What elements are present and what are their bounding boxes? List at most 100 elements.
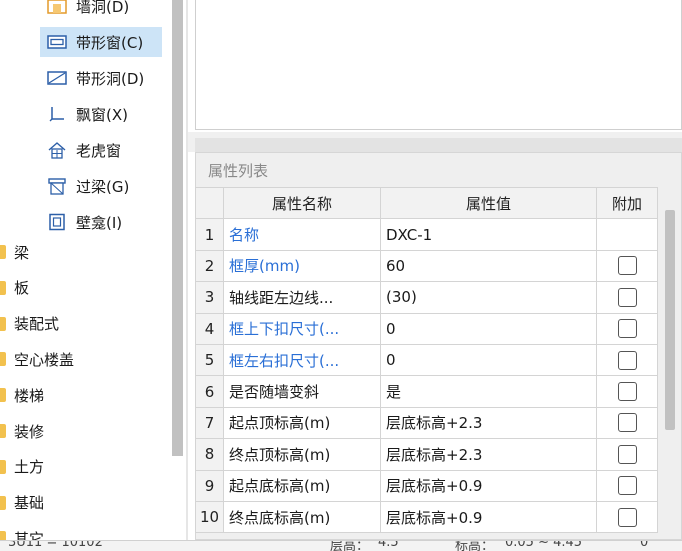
tree-category-2[interactable]: 装配式 [0,309,59,339]
row-index: 8 [195,438,224,471]
property-name: 起点顶标高(m) [223,406,381,440]
status-bar: 3U11 = 10102 层高： 4.5 标高： 0.05 ~ 4.45 0 [0,540,682,551]
property-row[interactable]: 7 起点顶标高(m) 层底标高+2.3 [195,406,658,440]
property-name: 起点底标高(m) [223,469,381,502]
property-row[interactable]: 3 轴线距左边线... (30) [195,281,658,314]
row-index: 10 [195,500,224,534]
property-name: 框厚(mm) [223,249,381,283]
property-row[interactable]: 4 框上下扣尺寸(... 0 [195,312,658,345]
extra-cell [596,469,658,502]
property-value[interactable]: 0 [380,312,597,345]
dormer-window-icon [46,140,68,160]
tree-item-label: 墙洞(D) [76,0,130,16]
property-value[interactable]: (30) [380,281,597,314]
extra-checkbox[interactable] [617,256,637,276]
row-index: 6 [195,375,224,408]
status-floor-height-value: 4.5 [378,540,399,550]
extra-checkbox[interactable] [617,444,637,464]
extra-cell [596,343,658,377]
column-header-extra[interactable]: 附加 [596,186,658,220]
tree-item-label: 壁龛(I) [76,213,123,232]
property-value[interactable]: 层底标高+2.3 [380,406,597,440]
splitter-bar[interactable] [195,138,682,152]
property-row[interactable]: 10 终点底标高(m) 层底标高+0.9 [195,500,658,534]
tree-category-3[interactable]: 空心楼盖 [0,344,74,374]
property-row[interactable]: 6 是否随墙变斜是 [195,375,658,408]
property-name: 名称 [223,218,381,251]
status-elevation-label: 标高： [455,540,495,551]
property-value[interactable]: DXC-1 [380,218,597,251]
extra-cell [596,406,658,440]
bay-window-icon [46,104,68,124]
property-value[interactable]: 层底标高+0.9 [380,500,597,534]
extra-checkbox[interactable] [617,287,637,307]
property-row[interactable]: 8 终点顶标高(m) 层底标高+2.3 [195,438,658,471]
property-row[interactable]: 1 名称 DXC-1 [195,218,658,251]
tree-item-5[interactable]: 过梁(G) [40,171,162,201]
property-grid-header: 属性名称 属性值 附加 [195,186,658,220]
extra-checkbox[interactable] [617,350,637,370]
property-name: 框上下扣尺寸(... [223,312,381,345]
tree-item-2[interactable]: 带形洞(D) [40,63,162,93]
extra-cell [596,281,658,314]
property-grid-scrollbar[interactable] [665,210,675,430]
property-value[interactable]: 层底标高+0.9 [380,469,597,502]
row-index: 2 [195,249,224,283]
tree-item-label: 带形窗(C) [76,33,144,52]
niche-icon [46,212,68,232]
property-name: 轴线距左边线... [223,281,381,314]
tree-item-label: 带形洞(D) [76,69,145,88]
column-header-value[interactable]: 属性值 [380,186,597,220]
extra-checkbox[interactable] [617,413,637,433]
row-index: 4 [195,312,224,345]
tree-item-6[interactable]: 壁龛(I) [40,207,162,237]
tree-category-0[interactable]: 梁 [0,237,29,267]
extra-cell [596,438,658,471]
tree-item-0[interactable]: 墙洞(D) [40,0,162,21]
preview-area [195,0,682,130]
strip-hole-icon [46,68,68,88]
row-index: 9 [195,469,224,502]
tree-item-label: 老虎窗 [76,141,122,160]
extra-checkbox[interactable] [617,476,637,496]
tree-item-3[interactable]: 飘窗(X) [40,99,162,129]
property-row[interactable]: 2 框厚(mm) 60 [195,249,658,283]
property-name: 终点底标高(m) [223,500,381,534]
tree-category-6[interactable]: 土方 [0,452,44,482]
tree-category-4[interactable]: 楼梯 [0,380,44,410]
row-index: 1 [195,218,224,251]
extra-checkbox[interactable] [617,319,637,339]
row-index: 5 [195,343,224,377]
property-value[interactable]: 60 [380,249,597,283]
property-value[interactable]: 层底标高+2.3 [380,438,597,471]
panel-divider[interactable] [186,0,188,540]
status-extra: 0 [640,540,649,550]
tree-scrollbar[interactable] [172,0,183,456]
property-grid: 属性名称 属性值 附加 1 名称 DXC-1 2 框厚(mm) 60 3 轴线距左边线...(… [195,186,658,534]
extra-cell [596,500,658,534]
tree-category-1[interactable]: 板 [0,273,29,303]
extra-checkbox[interactable] [617,382,637,402]
extra-cell [596,312,658,345]
lintel-icon [46,176,68,196]
tree-category-8[interactable]: 其它 [0,523,44,540]
tree-item-1[interactable]: 带形窗(C) [40,27,162,57]
column-header-name[interactable]: 属性名称 [223,186,381,220]
property-row[interactable]: 5 框左右扣尺寸(... 0 [195,343,658,377]
property-row[interactable]: 9 起点底标高(m) 层底标高+0.9 [195,469,658,502]
column-header-index [195,186,224,220]
extra-cell [596,218,658,251]
tree-item-4[interactable]: 老虎窗 [40,135,162,165]
extra-checkbox[interactable] [617,507,637,527]
row-index: 7 [195,406,224,440]
property-name: 是否随墙变斜 [223,375,381,408]
property-name: 框左右扣尺寸(... [223,343,381,377]
row-index: 3 [195,281,224,314]
tree-category-5[interactable]: 装修 [0,416,44,446]
property-value[interactable]: 是 [380,375,597,408]
status-coord: 3U11 = 10102 [8,540,103,550]
property-value[interactable]: 0 [380,343,597,377]
strip-window-icon [46,32,68,52]
extra-cell [596,249,658,283]
tree-category-7[interactable]: 基础 [0,488,44,518]
